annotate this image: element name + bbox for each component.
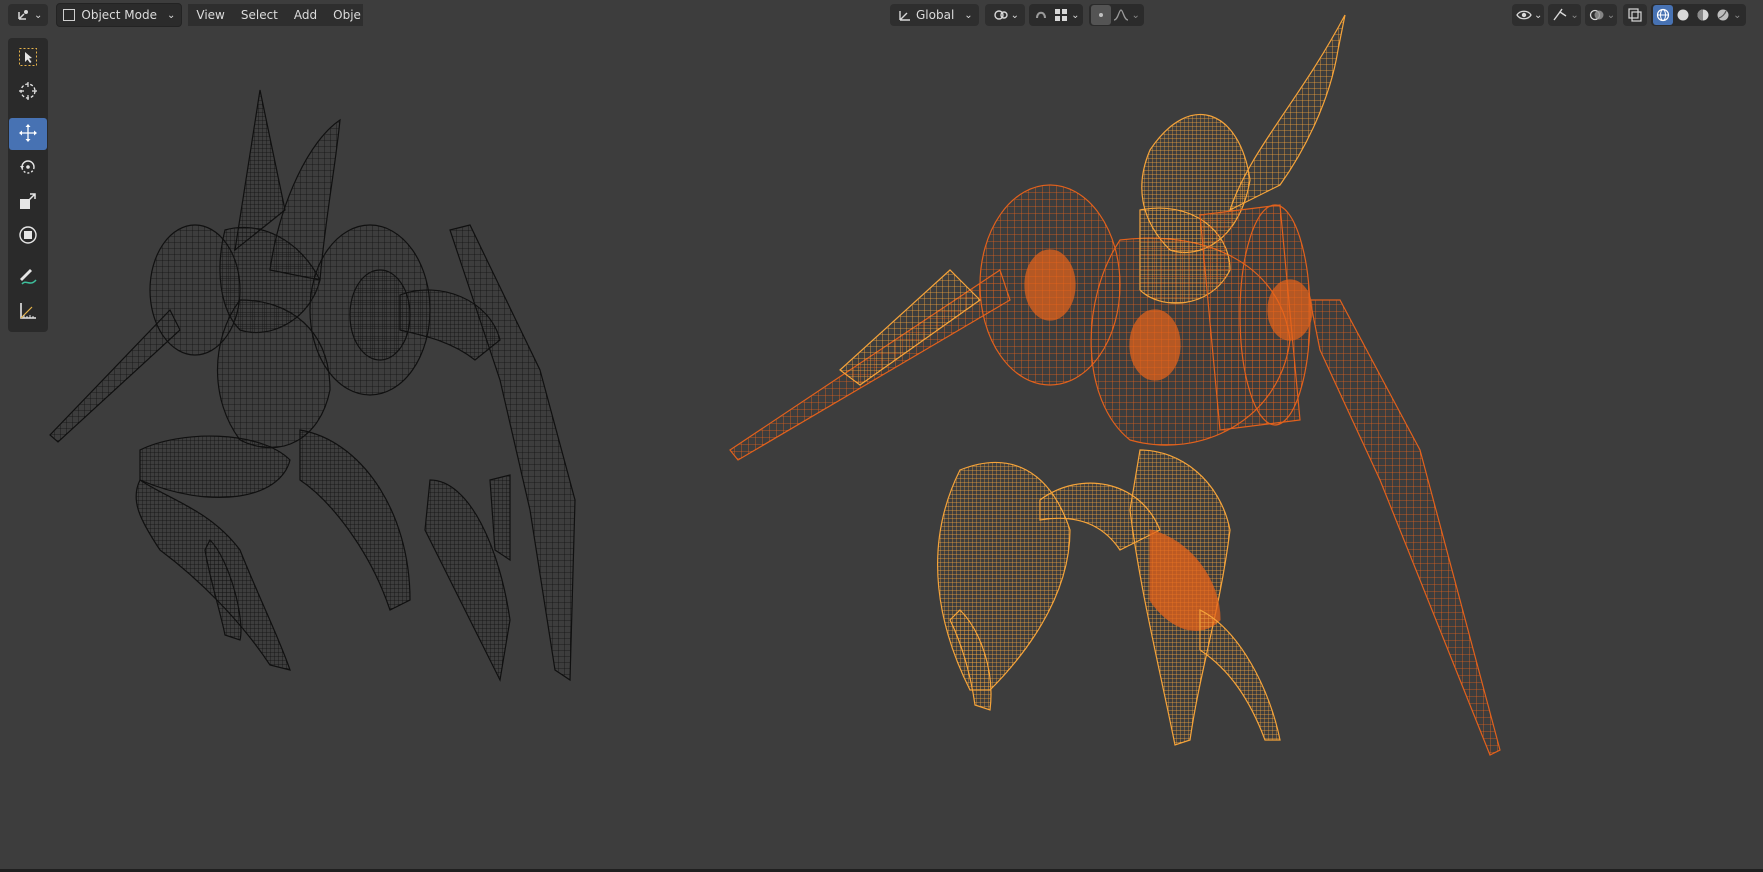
chevron-down-icon: ⌄ <box>1534 9 1543 21</box>
material-shading-icon[interactable] <box>1693 5 1713 25</box>
menu-view[interactable]: View <box>188 4 233 26</box>
menu-select-label: Select <box>240 8 278 22</box>
chevron-down-icon: ⌄ <box>34 9 43 21</box>
menu-view-label: View <box>196 8 225 22</box>
chevron-down-icon: ⌄ <box>1010 9 1020 21</box>
select-box-tool[interactable] <box>9 42 47 74</box>
3d-viewport-icon <box>14 5 34 25</box>
menu-add[interactable]: Add <box>285 4 326 26</box>
transform-tool[interactable] <box>9 220 47 252</box>
proportional-edit-icon[interactable] <box>1091 5 1112 25</box>
chevron-down-icon: ⌄ <box>964 9 973 21</box>
3d-viewport[interactable]: ⌄ Object Mode ⌄ View Select Add Obje Glo… <box>0 0 1763 872</box>
chevron-down-icon[interactable]: ⌄ <box>1131 10 1141 21</box>
menu-object[interactable]: Obje <box>325 4 363 26</box>
snap-toggle-icon[interactable] <box>1031 5 1051 25</box>
mode-label: Object Mode <box>81 8 157 22</box>
menu-object-label: Obje <box>333 8 361 22</box>
menu-add-label: Add <box>293 8 318 22</box>
rotate-icon <box>18 157 38 180</box>
xray-icon <box>1625 5 1645 25</box>
transform-controls: Global ⌄ ⌄ ⌄ ⌄ <box>890 4 1144 26</box>
overlays-toggle[interactable]: ⌄ <box>1584 4 1618 26</box>
measure-icon <box>18 301 38 324</box>
viewport-display-controls: ⌄ ⌄ ⌄ ⌄ <box>1512 4 1746 26</box>
move-icon <box>18 123 38 146</box>
chevron-down-icon[interactable]: ⌄ <box>1071 10 1081 21</box>
mode-selector[interactable]: Object Mode ⌄ <box>56 3 183 27</box>
measure-tool[interactable] <box>9 296 47 328</box>
gizmo-toggle[interactable]: ⌄ <box>1548 4 1581 26</box>
wireframe-shading-icon[interactable] <box>1653 5 1674 25</box>
chevron-down-icon: ⌄ <box>166 9 176 21</box>
rendered-shading-icon[interactable] <box>1713 5 1733 25</box>
proportional-editing-group: ⌄ <box>1089 4 1144 26</box>
eye-icon <box>1514 5 1534 25</box>
transform-orientation-selector[interactable]: Global ⌄ <box>890 4 979 26</box>
pivot-point-selector[interactable]: ⌄ <box>984 4 1026 26</box>
overlays-icon <box>1587 5 1607 25</box>
rotate-tool[interactable] <box>9 152 47 184</box>
chevron-down-icon: ⌄ <box>1606 9 1616 21</box>
chevron-down-icon: ⌄ <box>1570 9 1579 21</box>
scale-icon <box>18 191 38 214</box>
snap-group: ⌄ <box>1029 4 1084 26</box>
gizmo-icon <box>1550 5 1570 25</box>
move-tool[interactable] <box>9 118 47 150</box>
menu-select[interactable]: Select <box>232 4 286 26</box>
unselected-mesh-wireframe[interactable] <box>30 80 730 720</box>
xray-toggle[interactable] <box>1623 4 1648 26</box>
tool-shelf <box>8 38 48 332</box>
chevron-down-icon[interactable]: ⌄ <box>1733 10 1743 21</box>
pivot-icon <box>991 5 1011 25</box>
editor-type-selector[interactable]: ⌄ <box>8 4 49 26</box>
snap-element-icon[interactable] <box>1051 5 1071 25</box>
selected-mesh-wireframe[interactable] <box>720 10 1620 770</box>
shading-mode-group: ⌄ <box>1651 4 1746 26</box>
orientation-label: Global <box>916 8 955 22</box>
cursor-icon <box>18 81 38 104</box>
object-mode-icon <box>63 9 76 21</box>
annotate-tool[interactable] <box>9 262 47 294</box>
select-box-icon <box>18 47 38 70</box>
annotate-icon <box>17 267 39 290</box>
solid-shading-icon[interactable] <box>1673 5 1693 25</box>
orientation-icon <box>896 5 916 25</box>
transform-icon <box>18 225 38 248</box>
falloff-curve-icon[interactable] <box>1111 5 1131 25</box>
cursor-tool[interactable] <box>9 76 47 108</box>
viewport-header: ⌄ Object Mode ⌄ View Select Add Obje <box>0 0 1763 30</box>
scale-tool[interactable] <box>9 186 47 218</box>
visibility-selector[interactable]: ⌄ <box>1512 4 1545 26</box>
